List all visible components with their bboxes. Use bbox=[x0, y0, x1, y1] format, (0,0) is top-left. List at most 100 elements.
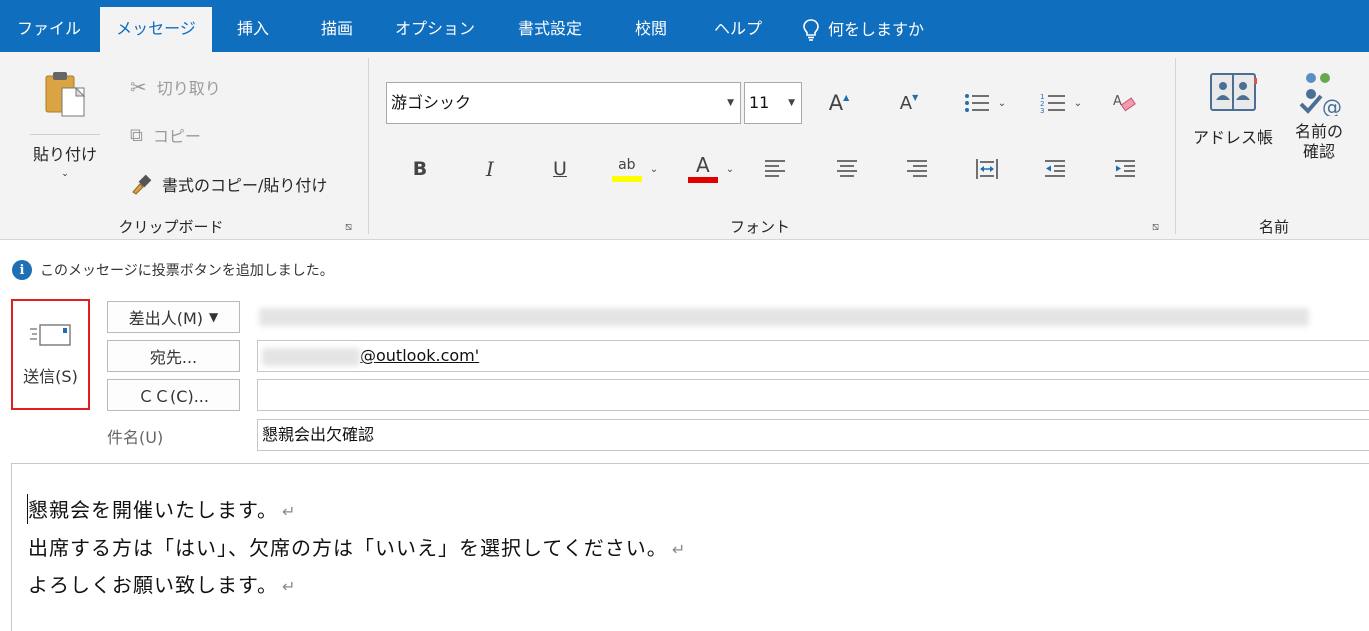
cc-field[interactable] bbox=[257, 379, 1369, 411]
tell-me-search[interactable]: 何をしますか bbox=[802, 7, 952, 52]
increase-indent-button[interactable] bbox=[1110, 152, 1140, 186]
redacted-recipient-name bbox=[262, 347, 360, 366]
caret-up-icon: ▲ bbox=[843, 92, 850, 102]
font-size-value: 11 bbox=[749, 93, 770, 112]
align-right-button[interactable] bbox=[902, 152, 932, 186]
check-names-label-line1: 名前の bbox=[1294, 122, 1343, 141]
numbering-button[interactable]: 1 2 3 ⌄ bbox=[1032, 86, 1090, 120]
shrink-font-button[interactable]: A ▼ bbox=[892, 86, 926, 120]
check-names-icon: @ bbox=[1299, 73, 1342, 116]
paragraph-mark-icon: ↵ bbox=[282, 577, 297, 596]
underline-button[interactable]: U bbox=[544, 152, 576, 186]
dropdown-arrow-icon: ▼ bbox=[209, 310, 219, 324]
send-envelope-icon bbox=[29, 323, 71, 346]
clear-formatting-button[interactable]: A bbox=[1108, 86, 1142, 120]
subject-label: 件名(U) bbox=[107, 428, 164, 447]
tab-draw[interactable]: 描画 bbox=[304, 7, 370, 52]
italic-button[interactable]: I bbox=[474, 152, 506, 186]
from-label: 差出人(M) bbox=[128, 309, 204, 328]
ribbon-tab-bar: ファイル メッセージ 挿入 描画 オプション 書式設定 校閲 ヘルプ 何をします… bbox=[0, 0, 1369, 52]
clipboard-launcher-icon[interactable]: ⧅ bbox=[345, 220, 352, 234]
font-group-label: フォント bbox=[729, 218, 790, 236]
from-button[interactable]: 差出人(M) ▼ bbox=[107, 301, 240, 333]
chevron-down-icon[interactable]: ⌄ bbox=[998, 98, 1006, 109]
chevron-down-icon[interactable]: ▼ bbox=[727, 83, 734, 123]
info-message: このメッセージに投票ボタンを追加しました。 bbox=[40, 263, 334, 279]
center-button[interactable] bbox=[832, 152, 862, 186]
align-right-icon bbox=[907, 160, 927, 177]
bullet-list-icon bbox=[964, 94, 989, 112]
numbered-list-icon: 1 2 3 bbox=[1040, 93, 1065, 114]
to-recipient-address[interactable]: @outlook.com' bbox=[360, 346, 479, 365]
svg-text:@: @ bbox=[1322, 95, 1342, 116]
tab-file[interactable]: ファイル bbox=[0, 7, 98, 52]
tab-options[interactable]: オプション bbox=[388, 7, 482, 52]
align-left-icon bbox=[765, 160, 785, 177]
font-launcher-icon[interactable]: ⧅ bbox=[1152, 220, 1159, 234]
font-size-combo[interactable]: 11 ▼ bbox=[744, 82, 802, 124]
align-center-icon bbox=[837, 160, 857, 177]
to-field[interactable]: @outlook.com' bbox=[257, 340, 1369, 372]
check-names-label-line2: 確認 bbox=[1302, 142, 1335, 161]
increase-indent-icon bbox=[1115, 160, 1135, 177]
chevron-down-icon[interactable]: ⌄ bbox=[650, 164, 658, 175]
caret-down-icon: ▼ bbox=[912, 92, 919, 102]
paste-button[interactable]: 貼り付け ⌄ bbox=[28, 70, 102, 220]
highlighter-icon: ab bbox=[611, 157, 642, 182]
svg-text:A: A bbox=[1113, 94, 1122, 109]
paragraph-mark-icon: ↵ bbox=[282, 502, 297, 521]
paragraph-mark-icon: ↵ bbox=[671, 540, 687, 559]
from-value bbox=[257, 301, 1369, 333]
body-line: よろしくお願い致します。 ↵ bbox=[28, 573, 297, 597]
copy-label: コピー bbox=[152, 127, 201, 146]
font-name-value: 游ゴシック bbox=[391, 93, 472, 112]
info-bar: i このメッセージに投票ボタンを追加しました。 bbox=[12, 260, 334, 280]
address-book-icon bbox=[1210, 73, 1257, 111]
align-left-button[interactable] bbox=[760, 152, 790, 186]
group-divider bbox=[368, 58, 369, 234]
grow-font-button[interactable]: A ▲ bbox=[822, 86, 856, 120]
cut-button[interactable]: ✂ 切り取り bbox=[130, 74, 221, 100]
message-body[interactable]: 懇親会を開催いたします。 ↵ 出席する方は「はい」、欠席の方は「いいえ」を選択して… bbox=[11, 463, 1369, 631]
bold-button[interactable]: B bbox=[404, 152, 436, 186]
group-divider bbox=[1175, 58, 1176, 234]
highlight-button[interactable]: ab ⌄ bbox=[604, 150, 666, 188]
format-painter-label: 書式のコピー/貼り付け bbox=[162, 176, 328, 195]
clipboard-paste-icon bbox=[45, 72, 86, 117]
font-color-button[interactable]: A ⌄ bbox=[680, 150, 742, 188]
address-book-label: アドレス帳 bbox=[1192, 128, 1273, 147]
send-button[interactable]: 送信(S) bbox=[11, 299, 90, 410]
tab-insert[interactable]: 挿入 bbox=[222, 7, 284, 52]
eraser-icon: A bbox=[1113, 94, 1136, 112]
paste-dropdown-icon[interactable]: ⌄ bbox=[61, 169, 69, 179]
format-painter-button[interactable]: 書式のコピー/貼り付け bbox=[130, 171, 327, 197]
scissors-icon: ✂ bbox=[130, 75, 147, 99]
subject-field[interactable]: 懇親会出欠確認 bbox=[257, 419, 1369, 451]
tab-review[interactable]: 校閲 bbox=[620, 7, 682, 52]
cut-label: 切り取り bbox=[156, 79, 221, 98]
chevron-down-icon[interactable]: ⌄ bbox=[726, 164, 734, 175]
svg-text:3: 3 bbox=[1040, 107, 1044, 114]
tab-message[interactable]: メッセージ bbox=[100, 7, 212, 52]
names-group-label: 名前 bbox=[1258, 218, 1289, 236]
address-book-button[interactable]: アドレス帳 bbox=[1190, 70, 1276, 148]
justify-distributed-button[interactable] bbox=[972, 152, 1002, 186]
clipboard-group-label: クリップボード bbox=[118, 218, 224, 236]
paste-label: 貼り付け bbox=[32, 145, 97, 164]
redacted-sender-address bbox=[259, 307, 1309, 326]
check-names-button[interactable]: @ 名前の 確認 bbox=[1284, 70, 1354, 162]
send-label: 送信(S) bbox=[23, 366, 78, 386]
cc-button[interactable]: ＣＣ(C)... bbox=[107, 379, 240, 411]
to-button[interactable]: 宛先... bbox=[107, 340, 240, 372]
chevron-down-icon[interactable]: ▼ bbox=[788, 83, 795, 123]
paintbrush-icon bbox=[132, 174, 152, 195]
font-name-combo[interactable]: 游ゴシック ▼ bbox=[386, 82, 741, 124]
chevron-down-icon[interactable]: ⌄ bbox=[1074, 98, 1082, 109]
decrease-indent-button[interactable] bbox=[1040, 152, 1070, 186]
copy-button[interactable]: ⧉ コピー bbox=[130, 122, 201, 148]
tab-help[interactable]: ヘルプ bbox=[700, 7, 776, 52]
distributed-align-icon bbox=[976, 159, 998, 179]
font-color-icon: A bbox=[687, 155, 718, 183]
bullets-button[interactable]: ⌄ bbox=[956, 86, 1014, 120]
tab-format-text[interactable]: 書式設定 bbox=[500, 7, 600, 52]
